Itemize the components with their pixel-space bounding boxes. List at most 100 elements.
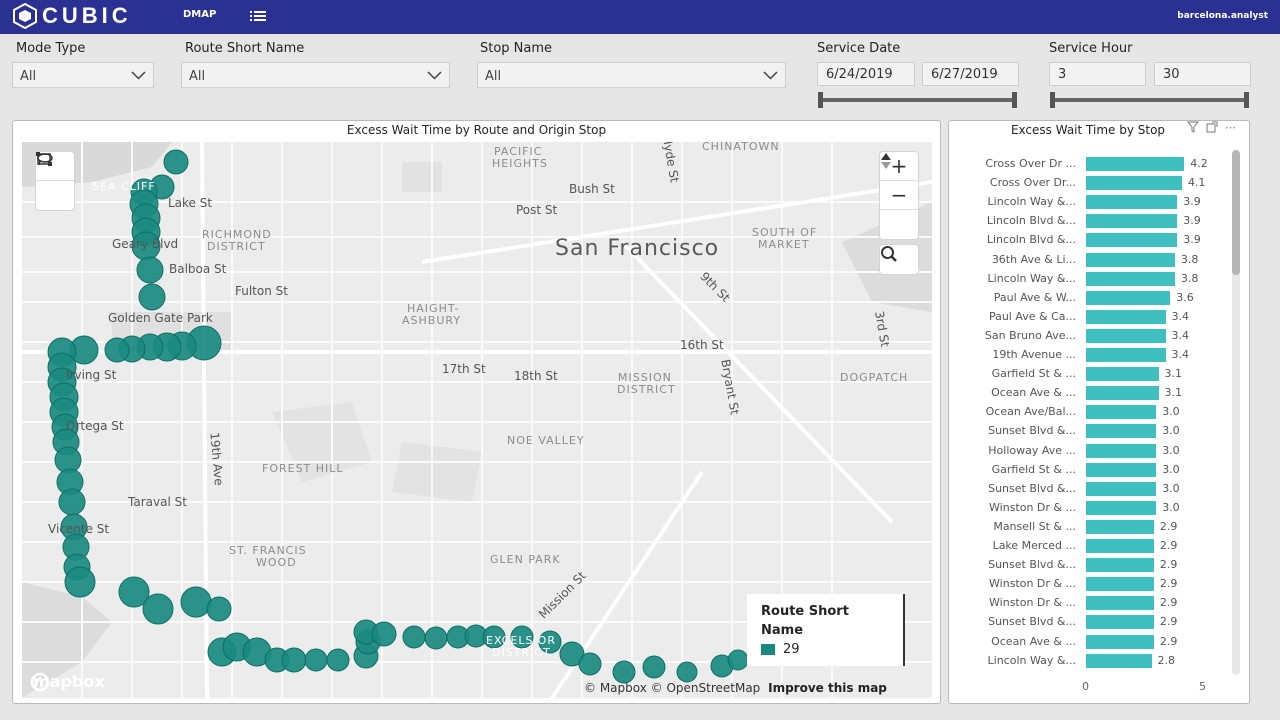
map-search-button[interactable] (880, 245, 918, 274)
service-hour-slider-track[interactable] (1051, 98, 1249, 102)
bar[interactable] (1086, 386, 1159, 401)
bar-category-label: Lincoln Way &... (987, 195, 1076, 209)
bar[interactable] (1086, 405, 1157, 420)
bar[interactable] (1086, 348, 1166, 362)
bar[interactable] (1086, 367, 1159, 382)
bar[interactable] (1086, 634, 1154, 649)
bar-row[interactable]: Sunset Blvd &... 2.9 (956, 556, 1226, 575)
bar[interactable] (1086, 653, 1152, 668)
bar[interactable] (1086, 157, 1185, 171)
bar-value-label: 3.0 (1162, 405, 1180, 419)
route-map[interactable]: PACIFIC HEIGHTS CHINATOWN SEA CLIFF RICH… (22, 142, 932, 698)
bar-chart-title: Excess Wait Time by Stop (1010, 123, 1166, 137)
bar-row[interactable]: Sunset Blvd &... 3.0 (956, 480, 1226, 499)
bar-row[interactable]: Lincoln Way &... 3.8 (956, 270, 1226, 289)
service-date-slider-start-handle[interactable] (818, 92, 823, 108)
bar-row[interactable]: Lake Merced ... 2.9 (956, 537, 1226, 556)
bar-row[interactable]: Cross Over Dr ... 4.2 (956, 155, 1226, 174)
bar-row[interactable]: Lincoln Way &... 3.9 (956, 193, 1226, 212)
bar-row[interactable]: 19th Avenue ... 3.4 (956, 346, 1226, 365)
bar-row[interactable]: Sunset Blvd &... 2.9 (956, 613, 1226, 632)
bar-value-label: 2.9 (1159, 615, 1178, 629)
service-date-slider-end-handle[interactable] (1012, 92, 1017, 108)
service-hour-slider-end-handle[interactable] (1244, 92, 1249, 108)
more-options-icon[interactable]: ⋯ (1225, 121, 1236, 134)
service-date-start-input[interactable]: 6/24/2019 (817, 62, 915, 86)
box-select-button[interactable] (36, 152, 74, 210)
service-hour-end-input[interactable]: 30 (1154, 62, 1251, 86)
bar[interactable] (1086, 328, 1166, 343)
bar[interactable] (1086, 252, 1175, 267)
menu-icon[interactable] (250, 10, 266, 22)
bar[interactable] (1086, 214, 1178, 229)
legend-item[interactable]: 29 (761, 642, 889, 657)
stop-name-dropdown[interactable]: All (477, 62, 786, 88)
bar-row[interactable]: Winston Dr & ... 3.0 (956, 499, 1226, 518)
bar[interactable] (1086, 290, 1171, 305)
bar[interactable] (1086, 539, 1154, 553)
route-short-name-dropdown[interactable]: All (181, 62, 450, 88)
bar-category-label: Ocean Ave/Bal... (985, 405, 1076, 419)
zoom-out-button[interactable]: − (880, 181, 918, 210)
bar-row[interactable]: Holloway Ave ... 3.0 (956, 442, 1226, 461)
compass-button[interactable] (880, 153, 918, 239)
bar[interactable] (1086, 424, 1157, 439)
bar-value-label: 3.6 (1176, 290, 1194, 304)
bar[interactable] (1086, 500, 1157, 515)
bar-row[interactable]: Ocean Ave & ... 3.1 (956, 384, 1226, 403)
bar[interactable] (1086, 233, 1178, 248)
bar[interactable] (1086, 577, 1154, 592)
bar-row[interactable]: San Bruno Ave... 3.4 (956, 327, 1226, 346)
bar-row[interactable]: Lincoln Blvd &... 3.9 (956, 231, 1226, 250)
bar[interactable] (1086, 176, 1182, 191)
service-hour-start-input[interactable]: 3 (1049, 62, 1146, 86)
bar[interactable] (1086, 271, 1175, 286)
bar[interactable] (1086, 596, 1154, 611)
bar-row[interactable]: Winston Dr & ... 2.9 (956, 575, 1226, 594)
bar-category-label: Lincoln Way &... (987, 271, 1076, 285)
bar[interactable] (1086, 462, 1157, 477)
user-name[interactable]: barcelona.analyst (1177, 11, 1268, 21)
bar[interactable] (1086, 519, 1154, 534)
bar[interactable] (1086, 195, 1178, 210)
bar-row[interactable]: Mansell St & ... 2.9 (956, 518, 1226, 537)
filter-icon[interactable] (1187, 121, 1199, 133)
mode-type-dropdown[interactable]: All (12, 62, 154, 88)
attribution-text[interactable]: © Mapbox © OpenStreetMap (584, 681, 760, 695)
bar-category-label: 19th Avenue ... (992, 348, 1076, 361)
bar-row[interactable]: 36th Ave & Li... 3.8 (956, 251, 1226, 270)
service-date-end-input[interactable]: 6/27/2019 (922, 62, 1019, 86)
improve-map-link[interactable]: Improve this map (768, 681, 887, 695)
service-date-slider-track[interactable] (819, 98, 1017, 102)
bar-row[interactable]: Lincoln Blvd &... 3.9 (956, 212, 1226, 231)
area-label: NOE VALLEY (507, 434, 585, 447)
bar-row[interactable]: Paul Ave & Ca... 3.4 (956, 308, 1226, 327)
bar-row[interactable]: Paul Ave & W... 3.6 (956, 289, 1226, 308)
bar[interactable] (1086, 443, 1157, 458)
bar-row[interactable]: Garfield St & ... 3.0 (956, 461, 1226, 480)
bar[interactable] (1086, 615, 1154, 630)
street-label: 18th St (514, 369, 558, 383)
bar-row[interactable]: Sunset Blvd &... 3.0 (956, 422, 1226, 441)
scrollbar-thumb[interactable] (1232, 150, 1240, 275)
focus-mode-icon[interactable] (1206, 121, 1218, 133)
zoom-controls: + − (879, 151, 919, 240)
bar-chart-scrollbar[interactable] (1232, 150, 1240, 675)
bar[interactable] (1086, 481, 1157, 496)
bar-row[interactable]: Lincoln Way &... 2.8 (956, 652, 1226, 671)
map-tool-group (35, 151, 75, 211)
bar-category-label: Ocean Ave & ... (991, 386, 1076, 400)
service-hour-slider-start-handle[interactable] (1050, 92, 1055, 108)
cubic-logo[interactable]: CUBIC (12, 3, 132, 29)
bar-row[interactable]: Ocean Ave/Bal... 3.0 (956, 403, 1226, 422)
service-hour-label: Service Hour (1049, 41, 1133, 56)
bar-row[interactable]: Winston Dr & ... 2.9 (956, 594, 1226, 613)
mode-type-label: Mode Type (16, 41, 86, 56)
bar[interactable] (1086, 309, 1166, 324)
bar-row[interactable]: Cross Over Dr... 4.1 (956, 174, 1226, 193)
bar-row[interactable]: Garfield St & ... 3.1 (956, 365, 1226, 384)
bar-value-label: 2.9 (1159, 558, 1178, 572)
bar-row[interactable]: Ocean Ave & ... 2.9 (956, 633, 1226, 652)
bar[interactable] (1086, 558, 1154, 573)
mapbox-logo[interactable]: mapbox (30, 672, 105, 692)
